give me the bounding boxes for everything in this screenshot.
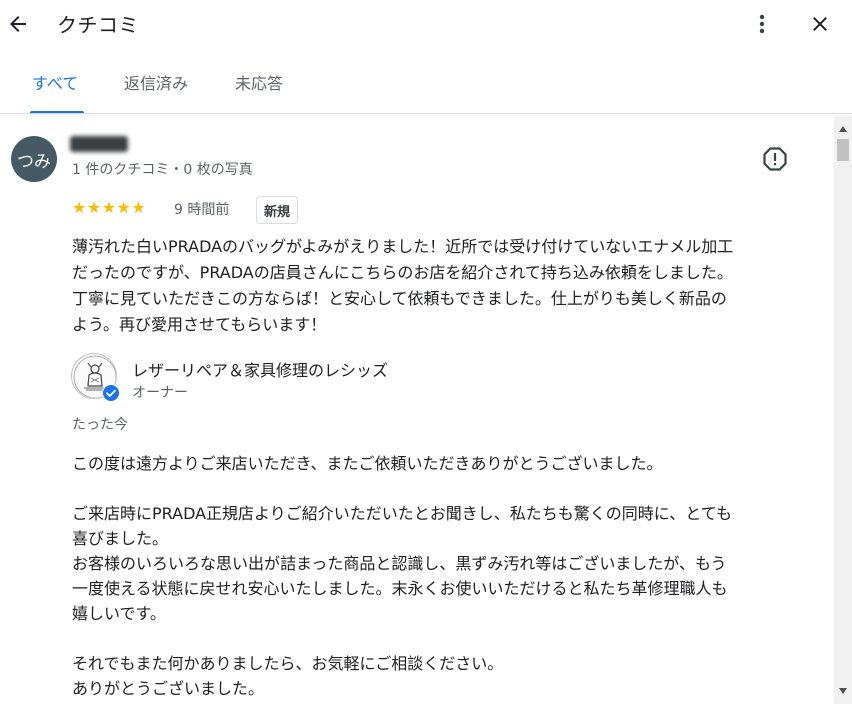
reply-text: この度は遠方よりご来店いただき、またご依頼いただきありがとうございました。 ご来…: [72, 451, 817, 701]
more-vert-icon: [759, 14, 765, 34]
review-filter-tabs: すべて 返信済み 未応答: [0, 60, 852, 114]
owner-role: オーナー: [132, 385, 188, 401]
reply-text-line: ありがとうございました。: [72, 679, 265, 698]
close-button[interactable]: [806, 10, 834, 38]
new-badge: 新規: [256, 196, 299, 224]
arrow-back-icon: [10, 16, 26, 32]
reply-text-line: それでもまた何かありましたら、お気軽にご相談ください。: [72, 654, 504, 673]
review-text-line: 丁寧に見ていただきこの方ならば！と安心して依頼もできました。仕上がりも美しく新品…: [72, 289, 727, 308]
close-icon: [813, 17, 827, 31]
reply-text-line: [72, 626, 817, 651]
reply-text-line: 一度使える状態に戻せれ安心いたしました。末永くお使いいただけると私たち革修理職人…: [72, 579, 728, 598]
verified-badge-icon: [102, 384, 120, 402]
report-review-button[interactable]: [762, 146, 788, 172]
reply-text-line: 喜びました。: [72, 529, 169, 548]
owner-name: レザーリペア＆家具修理のレシッズ: [132, 361, 389, 380]
reply-text-line: この度は遠方よりご来店いただき、またご依頼いただきありがとうございました。: [72, 454, 663, 473]
scroll-down-arrow-icon[interactable]: [834, 686, 852, 696]
reply-text-line: ご来店時にPRADA正規店よりご紹介いただいたとお聞きし、私たちも驚くの同時に、…: [72, 504, 732, 523]
scroll-up-arrow-icon[interactable]: [834, 124, 852, 134]
scrollbar-thumb[interactable]: [837, 139, 849, 161]
reply-text-line: [72, 476, 817, 501]
tabs-divider: [0, 113, 852, 114]
reply-text-line: 嬉しいです。: [72, 604, 166, 623]
dialog-header: クチコミ: [0, 0, 852, 50]
report-flag-icon: [763, 147, 787, 171]
star-rating: ★★★★★: [72, 198, 147, 217]
more-options-button[interactable]: [750, 10, 774, 38]
review-time: 9 時間前: [174, 202, 230, 218]
page-title: クチコミ: [57, 13, 139, 37]
reply-time: たった今: [72, 417, 128, 433]
review-text-line: よう。再び愛用させてもらいます！: [72, 315, 327, 334]
scrollbar[interactable]: [834, 116, 852, 704]
tab-replied[interactable]: 返信済み: [124, 70, 188, 94]
review-text-line: だったのですが、PRADAの店員さんにこちらのお店を紹介されて持ち込み依頼をしま…: [72, 263, 733, 282]
reviewer-avatar[interactable]: つみ: [11, 136, 57, 182]
review-text-line: 薄汚れた白いPRADAのバッグがよみがえりました！近所では受け付けていないエナメ…: [72, 237, 734, 256]
back-button[interactable]: [4, 10, 32, 38]
review-list: つみ 1 件のクチコミ・0 枚の写真 ★★★★★ 9 時間前 新規 薄汚れた白い…: [0, 116, 834, 704]
reply-text-line: お客様のいろいろな思い出が詰まった商品と認識し、黒ずみ汚れ等はございましたが、も…: [72, 554, 727, 573]
tab-unanswered[interactable]: 未応答: [235, 70, 283, 94]
reviewer-name-redacted[interactable]: [70, 136, 128, 152]
tab-all[interactable]: すべて: [32, 70, 78, 94]
reviewer-meta: 1 件のクチコミ・0 枚の写真: [72, 162, 253, 178]
review-text: 薄汚れた白いPRADAのバッグがよみがえりました！近所では受け付けていないエナメ…: [72, 234, 812, 338]
